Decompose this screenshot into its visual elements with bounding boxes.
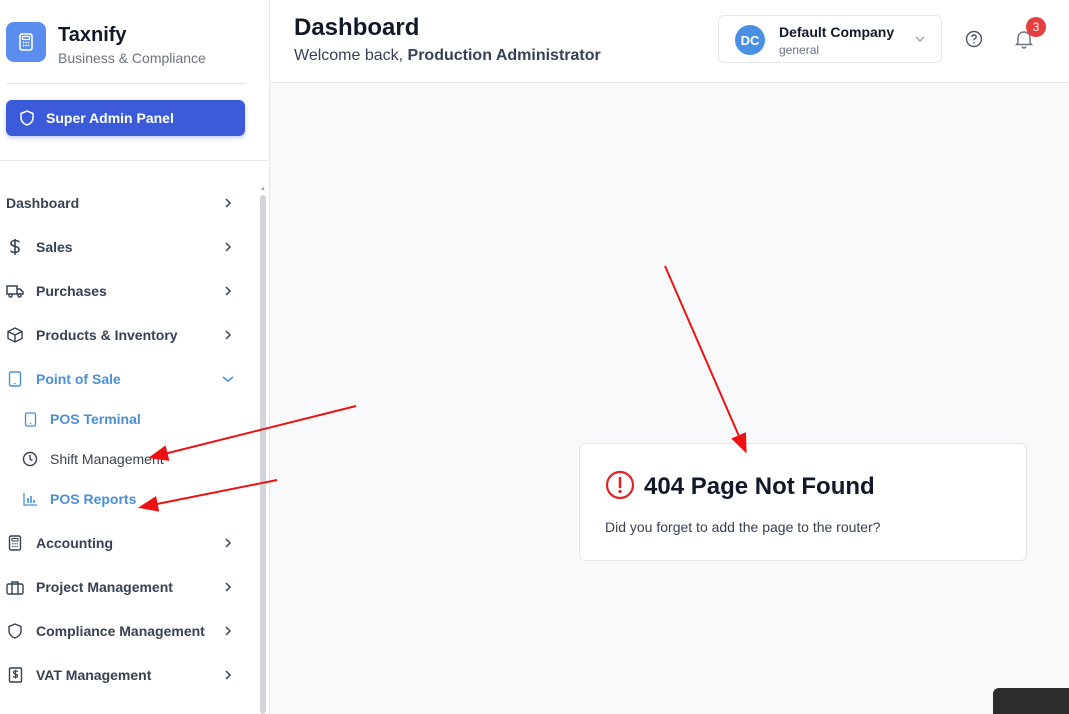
- sidebar-item-dashboard[interactable]: Dashboard: [0, 181, 250, 225]
- sidebar-subitem-label: POS Terminal: [50, 411, 141, 427]
- bar-chart-icon: [22, 491, 38, 507]
- clock-icon: [22, 451, 38, 467]
- box-icon: [6, 326, 24, 344]
- super-admin-panel-button[interactable]: Super Admin Panel: [6, 100, 245, 136]
- taskbar-tray: [993, 688, 1069, 714]
- page-title: Dashboard: [294, 14, 420, 41]
- company-avatar: DC: [735, 25, 765, 55]
- super-admin-panel-label: Super Admin Panel: [46, 110, 174, 126]
- top-header: Dashboard Welcome back, Production Admin…: [270, 0, 1069, 83]
- sidebar-item-compliance-management[interactable]: Compliance Management: [0, 609, 250, 653]
- chevron-right-icon: [220, 195, 236, 211]
- chevron-down-icon: [220, 371, 236, 387]
- chevron-right-icon: [220, 579, 236, 595]
- truck-icon: [6, 282, 24, 300]
- sidebar-item-project-management[interactable]: Project Management: [0, 565, 250, 609]
- not-found-card: 404 Page Not Found Did you forget to add…: [579, 443, 1027, 561]
- sidebar-item-sales[interactable]: Sales: [0, 225, 250, 269]
- sidebar: Taxnify Business & Compliance Super Admi…: [0, 0, 270, 714]
- error-message: Did you forget to add the page to the ro…: [605, 519, 881, 535]
- tablet-icon: [6, 370, 24, 388]
- sidebar-item-purchases[interactable]: Purchases: [0, 269, 250, 313]
- sidebar-item-label: Accounting: [36, 535, 113, 551]
- briefcase-icon: [6, 578, 24, 596]
- sidebar-subitem-pos-reports[interactable]: POS Reports: [22, 479, 242, 519]
- shield-icon: [6, 622, 24, 640]
- welcome-message: Welcome back, Production Administrator: [294, 47, 601, 65]
- sidebar-item-label: VAT Management: [36, 667, 152, 683]
- calculator-icon: [6, 22, 46, 62]
- alert-circle-icon: [605, 470, 635, 500]
- welcome-prefix: Welcome back,: [294, 47, 408, 64]
- chevron-right-icon: [220, 283, 236, 299]
- sidebar-subitem-pos-terminal[interactable]: POS Terminal: [22, 399, 242, 439]
- notification-badge: 3: [1026, 17, 1046, 37]
- sidebar-scrollbar[interactable]: [260, 195, 266, 714]
- chevron-right-icon: [220, 623, 236, 639]
- sidebar-item-label: Purchases: [36, 283, 107, 299]
- brand: Taxnify Business & Compliance: [6, 22, 246, 84]
- dollar-icon: [6, 238, 24, 256]
- sidebar-item-accounting[interactable]: Accounting: [0, 521, 250, 565]
- sidebar-item-label: Compliance Management: [36, 623, 205, 639]
- brand-name: Taxnify: [58, 24, 127, 46]
- sidebar-subitem-shift-management[interactable]: Shift Management: [22, 439, 242, 479]
- sidebar-item-label: Sales: [36, 239, 73, 255]
- sidebar-item-label: Dashboard: [6, 195, 80, 211]
- sidebar-item-label: Point of Sale: [36, 371, 121, 387]
- chevron-down-icon: [915, 36, 925, 43]
- tablet-icon: [22, 411, 38, 427]
- sidebar-item-vat-management[interactable]: VAT Management: [0, 653, 250, 697]
- sidebar-item-label: Products & Inventory: [36, 327, 178, 343]
- nav-divider: [0, 160, 270, 161]
- chevron-right-icon: [220, 667, 236, 683]
- company-name: Default Company: [779, 24, 895, 40]
- chevron-right-icon: [220, 239, 236, 255]
- sidebar-item-label: Project Management: [36, 579, 173, 595]
- company-selector[interactable]: DC Default Company general: [718, 15, 942, 63]
- help-icon[interactable]: [964, 29, 984, 49]
- sidebar-subitem-label: Shift Management: [50, 451, 164, 467]
- receipt-icon: [6, 666, 24, 684]
- shield-icon: [20, 110, 34, 126]
- error-title: 404 Page Not Found: [644, 473, 875, 500]
- sidebar-item-products-inventory[interactable]: Products & Inventory: [0, 313, 250, 357]
- annotation-arrow: [664, 265, 747, 454]
- chevron-right-icon: [220, 327, 236, 343]
- user-name: Production Administrator: [407, 47, 601, 64]
- sidebar-item-point-of-sale[interactable]: Point of Sale: [0, 357, 250, 401]
- chevron-right-icon: [220, 535, 236, 551]
- scroll-up-icon[interactable]: ▲: [260, 186, 266, 192]
- brand-subtitle: Business & Compliance: [58, 50, 206, 66]
- sidebar-subitem-label: POS Reports: [50, 491, 137, 507]
- calculator-icon: [6, 534, 24, 552]
- company-subtitle: general: [779, 43, 820, 57]
